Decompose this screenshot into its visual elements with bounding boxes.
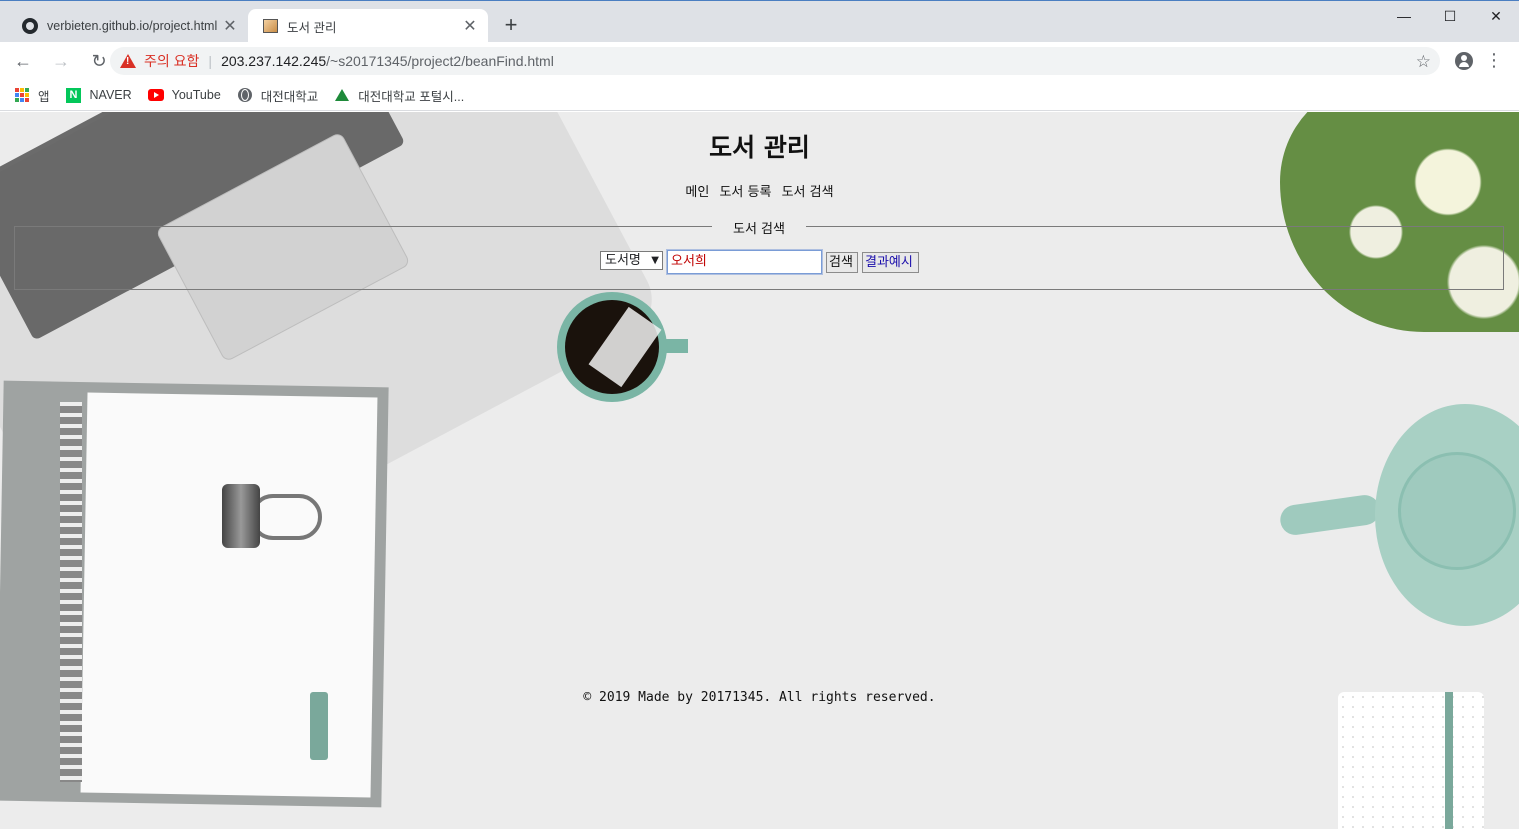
address-bar[interactable]: 주의 요함 | 203.237.142.245/~s20171345/proje… [110,47,1440,75]
url-host: 203.237.142.245 [221,53,327,69]
security-warning[interactable]: 주의 요함 [144,51,199,71]
bookmark-label: 앱 [38,89,50,104]
tab-strip: verbieten.github.io/project.html ✕ 도서 관리… [0,0,1519,43]
tab-title: verbieten.github.io/project.html [47,19,218,33]
tab-book-management[interactable]: 도서 관리 ✕ [248,9,488,43]
bookmark-daejeon-portal[interactable]: 대전대학교 포털시... [334,86,464,105]
nav-link-main[interactable]: 메인 [685,185,709,200]
bookmark-label: NAVER [89,88,132,102]
bookmark-daejeon-univ[interactable]: 대전대학교 [237,86,319,105]
window-controls: — ☐ ✕ [1381,1,1519,31]
bookmark-label: 대전대학교 포털시... [358,89,465,104]
minimize-icon[interactable]: — [1381,1,1427,31]
bookmark-apps[interactable]: 앱 [14,86,50,105]
menu-icon[interactable]: ⋮ [1485,50,1503,70]
browser-toolbar: ← → ↻ 주의 요함 | 203.237.142.245/~s20171345… [0,42,1519,80]
youtube-icon [147,87,164,103]
back-icon[interactable]: ← [8,46,38,76]
bookmark-label: YouTube [171,88,221,102]
tab-title: 도서 관리 [287,20,337,35]
bookmark-naver[interactable]: N NAVER [66,87,132,103]
search-button[interactable]: 검색 [826,252,858,273]
tab-github[interactable]: verbieten.github.io/project.html ✕ [8,9,248,43]
select-value: 도서명 [605,253,641,268]
close-window-icon[interactable]: ✕ [1473,1,1519,31]
close-icon[interactable]: ✕ [222,16,238,36]
nav-link-search[interactable]: 도서 검색 [782,185,834,200]
bookmark-label: 대전대학교 [260,89,319,104]
main-nav: 메인 도서 등록 도서 검색 [0,181,1519,200]
tree-icon [334,87,350,103]
warning-icon[interactable] [120,54,136,68]
bookmark-youtube[interactable]: YouTube [147,87,221,103]
result-example-button[interactable]: 결과예시 [862,252,919,273]
maximize-icon[interactable]: ☐ [1427,1,1473,31]
search-input[interactable]: 오서희 [666,249,823,275]
new-tab-button[interactable]: + [498,13,524,39]
nav-link-register[interactable]: 도서 등록 [719,185,771,200]
search-legend: 도서 검색 [733,222,785,237]
profile-icon[interactable] [1455,52,1473,70]
dropdown-arrow-icon: ▼ [651,255,659,266]
search-field-select[interactable]: 도서명 ▼ [600,251,663,270]
github-icon [22,18,38,34]
forward-icon[interactable]: → [46,46,76,76]
address-separator: | [208,53,213,69]
page-viewport: 도서 관리 메인 도서 등록 도서 검색 도서 검색 도서명 ▼ 오서희 검색 … [0,112,1519,829]
page-title: 도서 관리 [709,133,810,162]
globe-icon [237,87,253,103]
page-content: 도서 관리 메인 도서 등록 도서 검색 도서 검색 도서명 ▼ 오서희 검색 … [0,112,1519,829]
url-path: /~s20171345/project2/beanFind.html [326,53,554,69]
footer-copyright: © 2019 Made by 20171345. All rights rese… [583,690,936,705]
close-icon[interactable]: ✕ [462,16,478,36]
apps-icon [14,87,30,103]
bookmark-star-icon[interactable]: ☆ [1416,52,1431,72]
page-favicon-icon [262,18,278,34]
naver-icon: N [66,87,82,103]
bookmarks-bar: 앱 N NAVER YouTube 대전대학교 대전대학교 포털시... [0,80,1519,111]
